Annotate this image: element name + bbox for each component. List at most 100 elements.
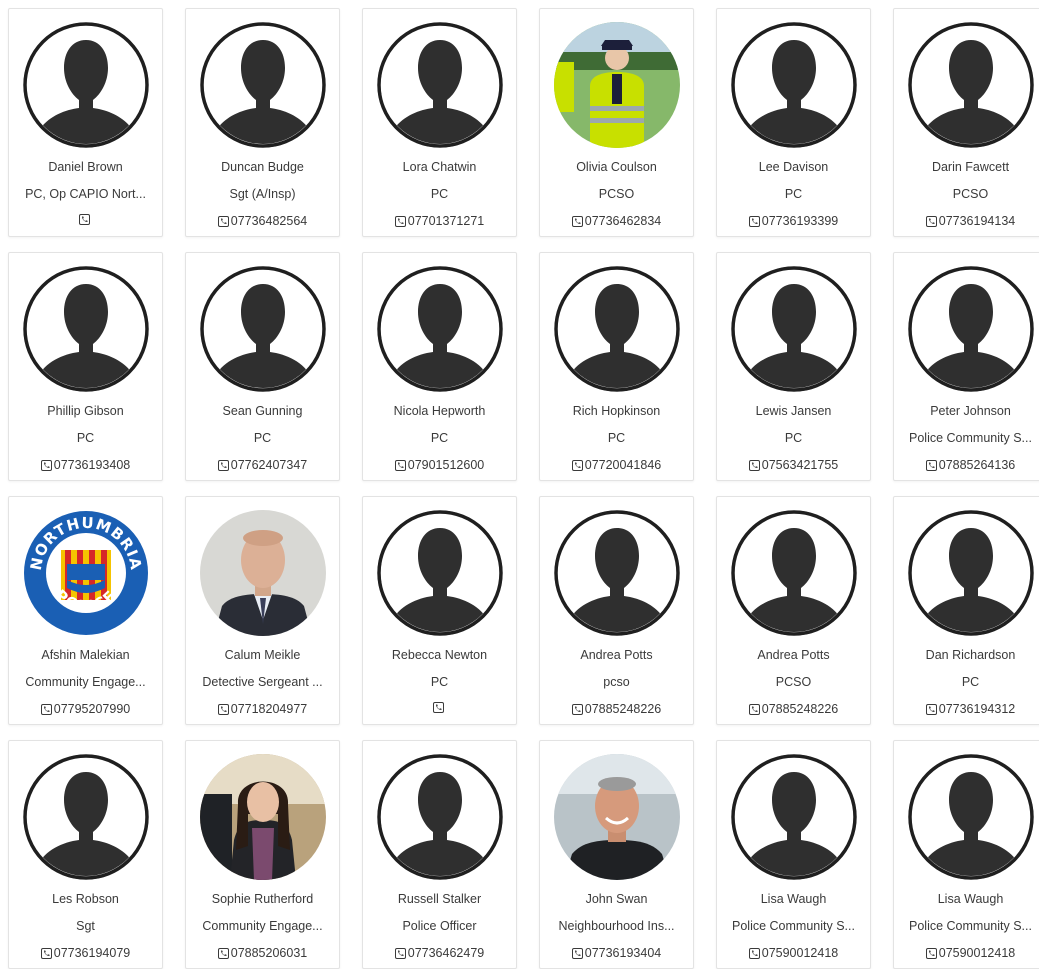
contact-phone[interactable]: 07563421755 bbox=[717, 458, 870, 472]
contact-card[interactable]: NORTHUMBRIA POLICE Afshin Malekian Communit… bbox=[8, 496, 163, 725]
contact-card[interactable]: Rich Hopkinson PC 07720041846 bbox=[539, 252, 694, 481]
contact-role: PC bbox=[430, 675, 449, 689]
phone-number[interactable]: 07885264136 bbox=[939, 458, 1015, 472]
contact-card[interactable]: Andrea Potts pcso 07885248226 bbox=[539, 496, 694, 725]
avatar-silhouette-icon bbox=[376, 754, 503, 880]
contact-card[interactable]: Lisa Waugh Police Community S... 075900124… bbox=[716, 740, 871, 969]
phone-number[interactable]: 07736194079 bbox=[54, 946, 130, 960]
contact-card[interactable]: Lora Chatwin PC 07701371271 bbox=[362, 8, 517, 237]
contact-phone[interactable]: 07736193404 bbox=[540, 946, 693, 960]
contact-phone[interactable]: 07736462479 bbox=[363, 946, 516, 960]
contact-role: PCSO bbox=[952, 187, 989, 201]
avatar-silhouette-icon bbox=[907, 266, 1034, 392]
contact-card[interactable]: Phillip Gibson PC 07736193408 bbox=[8, 252, 163, 481]
contact-name: Andrea Potts bbox=[757, 648, 830, 662]
phone-number[interactable]: 07795207990 bbox=[54, 702, 130, 716]
contact-phone[interactable]: 07590012418 bbox=[894, 946, 1039, 960]
contact-card[interactable]: Rebecca Newton PC bbox=[362, 496, 517, 725]
contact-card[interactable]: Nicola Hepworth PC 07901512600 bbox=[362, 252, 517, 481]
contact-phone[interactable]: 07901512600 bbox=[363, 458, 516, 472]
contact-name: Rich Hopkinson bbox=[572, 404, 661, 418]
contact-phone[interactable]: 07885264136 bbox=[894, 458, 1039, 472]
avatar-silhouette-icon bbox=[730, 22, 857, 148]
contact-card[interactable]: Lisa Waugh Police Community S... 075900124… bbox=[893, 740, 1039, 969]
phone-number[interactable]: 07736193404 bbox=[585, 946, 661, 960]
contact-phone[interactable]: 07718204977 bbox=[186, 702, 339, 716]
contact-role: pcso bbox=[603, 675, 630, 689]
contact-card[interactable]: Les Robson Sgt 07736194079 bbox=[8, 740, 163, 969]
phone-number[interactable]: 07590012418 bbox=[762, 946, 838, 960]
contact-card[interactable]: Sean Gunning PC 07762407347 bbox=[185, 252, 340, 481]
phone-number[interactable]: 07901512600 bbox=[408, 458, 484, 472]
phone-number[interactable]: 07701371271 bbox=[408, 214, 484, 228]
phone-number[interactable]: 07718204977 bbox=[231, 702, 307, 716]
avatar-silhouette-icon bbox=[376, 510, 503, 636]
contact-phone[interactable]: 07885248226 bbox=[540, 702, 693, 716]
phone-icon bbox=[925, 947, 937, 959]
contact-name: Olivia Coulson bbox=[576, 160, 657, 174]
contact-phone[interactable]: 07736194134 bbox=[894, 214, 1039, 228]
contact-card[interactable]: Duncan Budge Sgt (A/Insp) 07736482564 bbox=[185, 8, 340, 237]
contact-card[interactable]: Calum Meikle Detective Sergeant ... 077182… bbox=[185, 496, 340, 725]
avatar-silhouette-icon bbox=[199, 22, 326, 148]
phone-number[interactable]: 07885248226 bbox=[762, 702, 838, 716]
avatar-silhouette-icon bbox=[553, 266, 680, 392]
contact-phone[interactable]: 07762407347 bbox=[186, 458, 339, 472]
phone-icon bbox=[217, 459, 229, 471]
contact-phone[interactable]: 07885248226 bbox=[717, 702, 870, 716]
contact-phone[interactable]: 07736194312 bbox=[894, 702, 1039, 716]
contact-card[interactable]: Lewis Jansen PC 07563421755 bbox=[716, 252, 871, 481]
contact-card[interactable]: Darin Fawcett PCSO 07736194134 bbox=[893, 8, 1039, 237]
phone-number[interactable]: 07736194312 bbox=[939, 702, 1015, 716]
contact-phone[interactable]: 07795207990 bbox=[9, 702, 162, 716]
contact-phone[interactable]: 07736193399 bbox=[717, 214, 870, 228]
contact-role: PC bbox=[76, 431, 95, 445]
phone-number[interactable]: 07736462834 bbox=[585, 214, 661, 228]
phone-number[interactable]: 07885206031 bbox=[231, 946, 307, 960]
phone-icon bbox=[394, 947, 406, 959]
phone-number[interactable]: 07736193399 bbox=[762, 214, 838, 228]
contact-phone[interactable]: 07736193408 bbox=[9, 458, 162, 472]
contact-card[interactable]: Russell Stalker Police Officer 07736462479 bbox=[362, 740, 517, 969]
phone-number[interactable]: 07720041846 bbox=[585, 458, 661, 472]
avatar-silhouette-icon bbox=[376, 22, 503, 148]
phone-icon bbox=[748, 947, 760, 959]
phone-number[interactable]: 07762407347 bbox=[231, 458, 307, 472]
phone-number[interactable]: 07736482564 bbox=[231, 214, 307, 228]
contact-card[interactable]: Peter Johnson Police Community S... 078852… bbox=[893, 252, 1039, 481]
phone-number[interactable]: 07590012418 bbox=[939, 946, 1015, 960]
phone-icon bbox=[748, 459, 760, 471]
phone-number[interactable]: 07563421755 bbox=[762, 458, 838, 472]
contact-name: Afshin Malekian bbox=[41, 648, 130, 662]
contact-card[interactable]: John Swan Neighbourhood Ins... 07736193404 bbox=[539, 740, 694, 969]
contact-card[interactable]: Daniel Brown PC, Op CAPIO Nort... bbox=[8, 8, 163, 237]
contact-card[interactable]: Lee Davison PC 07736193399 bbox=[716, 8, 871, 237]
contact-phone[interactable]: 07590012418 bbox=[717, 946, 870, 960]
contact-phone[interactable]: 07701371271 bbox=[363, 214, 516, 228]
contact-role: Community Engage... bbox=[25, 675, 146, 689]
contact-role: PCSO bbox=[775, 675, 812, 689]
contact-card[interactable]: Olivia Coulson PCSO 07736462834 bbox=[539, 8, 694, 237]
phone-number[interactable]: 07736193408 bbox=[54, 458, 130, 472]
avatar-photo bbox=[553, 754, 680, 880]
contact-role: Police Community S... bbox=[909, 919, 1032, 933]
phone-number[interactable]: 07736462479 bbox=[408, 946, 484, 960]
phone-icon bbox=[79, 214, 90, 225]
contact-phone[interactable] bbox=[9, 214, 162, 225]
contact-card[interactable]: Dan Richardson PC 07736194312 bbox=[893, 496, 1039, 725]
contact-role: PC bbox=[784, 187, 803, 201]
contact-card[interactable]: Andrea Potts PCSO 07885248226 bbox=[716, 496, 871, 725]
contact-phone[interactable]: 07736482564 bbox=[186, 214, 339, 228]
contact-phone[interactable] bbox=[363, 702, 516, 713]
phone-number[interactable]: 07885248226 bbox=[585, 702, 661, 716]
contact-role: Police Community S... bbox=[732, 919, 855, 933]
phone-number[interactable]: 07736194134 bbox=[939, 214, 1015, 228]
avatar-silhouette-icon bbox=[22, 22, 149, 148]
contact-phone[interactable]: 07885206031 bbox=[186, 946, 339, 960]
contact-phone[interactable]: 07720041846 bbox=[540, 458, 693, 472]
contact-card[interactable]: Sophie Rutherford Community Engage... 0788… bbox=[185, 740, 340, 969]
phone-icon bbox=[217, 947, 229, 959]
contact-phone[interactable]: 07736194079 bbox=[9, 946, 162, 960]
phone-icon bbox=[571, 215, 583, 227]
contact-phone[interactable]: 07736462834 bbox=[540, 214, 693, 228]
